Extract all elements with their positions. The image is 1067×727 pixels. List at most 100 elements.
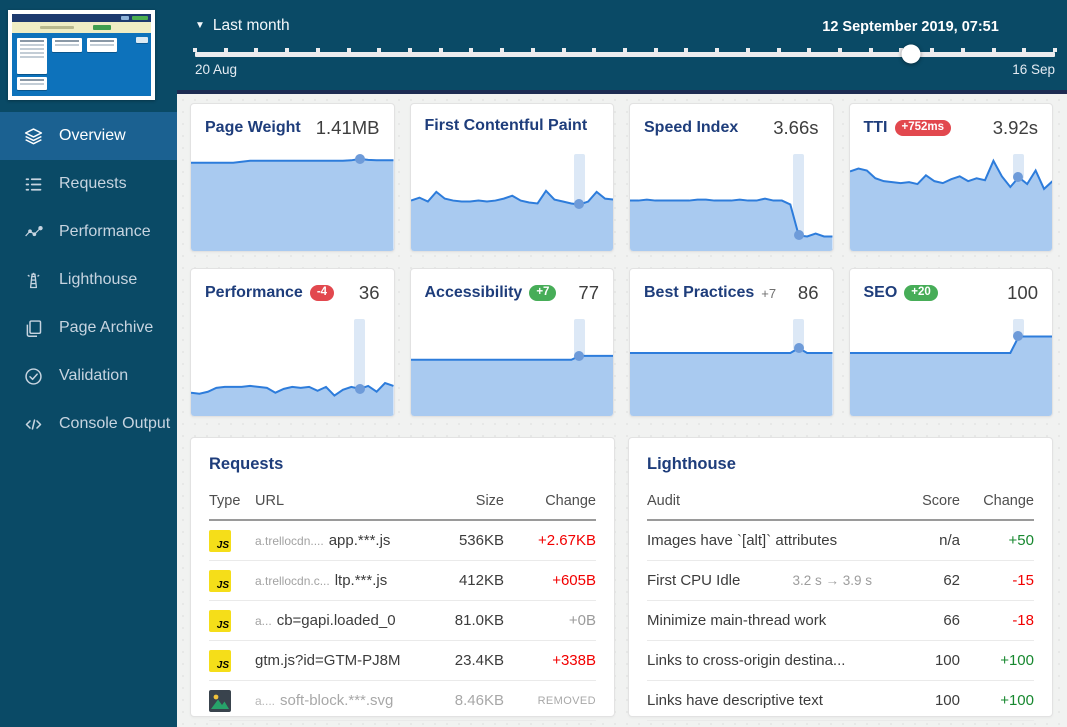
metric-cards-grid: Page Weight 1.41MB First Contentful Paint S… — [190, 103, 1053, 417]
pages-icon — [22, 317, 44, 339]
sidebar-item-performance[interactable]: Performance — [0, 208, 177, 256]
timeline-tick — [1022, 48, 1027, 52]
date-range-dropdown[interactable]: ▼ Last month — [195, 17, 290, 35]
timeline-tick — [960, 48, 965, 52]
timeline-slider-handle[interactable] — [901, 44, 921, 64]
timeline-tick — [991, 48, 996, 52]
column-header-score: Score — [922, 493, 960, 509]
audit-name: Links to cross-origin destina... — [647, 652, 900, 669]
sidebar-item-label: Requests — [59, 175, 127, 192]
timeline-tick — [315, 48, 320, 52]
lighthouse-audit-row[interactable]: Links to cross-origin destina... 100 +100 — [647, 641, 1034, 681]
file-type-cell: JS — [209, 649, 255, 672]
timeline-tick — [530, 48, 535, 52]
js-file-icon: JS — [209, 569, 231, 592]
request-size: 536KB — [458, 532, 504, 549]
sparkline-chart — [630, 319, 833, 416]
timeline-tick — [653, 48, 658, 52]
card-value: 36 — [358, 282, 380, 303]
timeline-tick — [254, 48, 259, 52]
audit-label: Images have `[alt]` attributes — [647, 532, 838, 549]
metric-card-best-practices[interactable]: Best Practices +7 86 — [629, 268, 834, 417]
audit-name: Links have descriptive text — [647, 692, 900, 709]
lighthouse-audit-row[interactable]: Images have `[alt]` attributes n/a +50 — [647, 521, 1034, 561]
js-file-icon: JS — [209, 529, 231, 552]
panel-title: Lighthouse — [647, 455, 736, 473]
scatter-chart-icon — [22, 221, 44, 243]
timeline-tick — [838, 48, 842, 52]
timeline-tick — [193, 48, 197, 52]
sidebar-item-requests[interactable]: Requests — [0, 160, 177, 208]
audit-change: +50 — [1008, 532, 1034, 549]
sidebar-item-label: Performance — [59, 223, 151, 240]
request-change: +0B — [568, 612, 596, 629]
timeline-tick — [346, 48, 351, 52]
card-header: Page Weight 1.41MB — [191, 104, 394, 139]
current-date-label: 12 September 2019, 07:51 — [822, 19, 999, 35]
timeline-tick — [500, 48, 505, 52]
metric-card-seo[interactable]: SEO +20 100 — [848, 268, 1053, 417]
request-size: 81.0KB — [454, 612, 504, 629]
request-url-prefix: a.... — [255, 694, 276, 708]
metric-card-accessibility[interactable]: Accessibility +7 77 — [409, 268, 614, 417]
sidebar-item-console-output[interactable]: Console Output — [0, 400, 177, 448]
metric-card-performance[interactable]: Performance -4 36 — [190, 268, 395, 417]
metric-card-first-contentful-paint[interactable]: First Contentful Paint — [409, 103, 614, 252]
image-file-icon — [209, 689, 231, 712]
screenshot-list — [87, 38, 117, 52]
timeline-tick — [223, 48, 228, 52]
card-title: Performance — [205, 284, 303, 301]
js-file-icon: JS — [209, 649, 231, 672]
timeline-tick — [776, 48, 781, 52]
card-header: TTI +752ms 3.92s — [850, 104, 1053, 139]
sidebar-item-page-archive[interactable]: Page Archive — [0, 304, 177, 352]
lighthouse-audit-row[interactable]: Links have descriptive text 100 +100 — [647, 681, 1034, 721]
requests-table-body: JS a.trellocdn.... app.***.js 536KB +2.67KB J… — [209, 521, 596, 721]
card-header: Best Practices +7 86 — [630, 269, 833, 304]
request-url-name: soft-block.***.svg — [280, 692, 394, 709]
request-size: 8.46KB — [454, 692, 504, 709]
sidebar-item-label: Overview — [59, 127, 126, 144]
lighthouse-audit-row[interactable]: Minimize main-thread work 66 -18 — [647, 601, 1034, 641]
request-row[interactable]: JS a.trellocdn.... app.***.js 536KB +2.67KB — [209, 521, 596, 561]
sidebar-item-validation[interactable]: Validation — [0, 352, 177, 400]
lighthouse-audit-row[interactable]: First CPU Idle 3.2 s → 3.9 s 62 -15 — [647, 561, 1034, 601]
panel-title: Requests — [209, 455, 284, 473]
marker-dot — [354, 153, 365, 164]
sidebar-item-label: Lighthouse — [59, 271, 138, 288]
request-row[interactable]: JS gtm.js?id=GTM-PJ8M 23.4KB +338B — [209, 641, 596, 681]
request-url-prefix: a.trellocdn.c... — [255, 574, 330, 588]
request-url: a.... soft-block.***.svg — [255, 692, 426, 709]
timeline-tick — [868, 48, 873, 52]
sidebar-item-lighthouse[interactable]: Lighthouse — [0, 256, 177, 304]
audit-change: +100 — [1000, 652, 1034, 669]
audit-label: First CPU Idle — [647, 572, 741, 589]
request-row[interactable]: a.... soft-block.***.svg 8.46KB REMOVED — [209, 681, 596, 721]
audit-name: Minimize main-thread work — [647, 612, 900, 629]
timeline-tick — [561, 48, 566, 52]
request-url: a.trellocdn.... app.***.js — [255, 532, 426, 549]
lighthouse-icon — [22, 269, 44, 291]
audit-label: Links have descriptive text — [647, 692, 823, 709]
timeline-tick — [469, 48, 474, 52]
lighthouse-table-body: Images have `[alt]` attributes n/a +50 Firs… — [647, 521, 1034, 721]
marker-dot — [793, 343, 804, 354]
card-header: Speed Index 3.66s — [630, 104, 833, 139]
metric-card-tti[interactable]: TTI +752ms 3.92s — [848, 103, 1053, 252]
timeline-track[interactable] — [193, 48, 1057, 57]
sidebar-item-overview[interactable]: Overview — [0, 112, 177, 160]
detail-panels: Requests Type URL Size Change JS a.trellocdn… — [190, 437, 1053, 721]
sparkline-chart — [191, 319, 394, 416]
card-value: 77 — [578, 282, 599, 303]
timeline-tick — [684, 48, 689, 52]
metric-card-page-weight[interactable]: Page Weight 1.41MB — [190, 103, 395, 252]
metric-card-speed-index[interactable]: Speed Index 3.66s — [629, 103, 834, 252]
request-row[interactable]: JS a.trellocdn.c... ltp.***.js 412KB +605B — [209, 561, 596, 601]
request-row[interactable]: JS a... cb=gapi.loaded_0 81.0KB +0B — [209, 601, 596, 641]
card-title: First Contentful Paint — [424, 117, 588, 134]
audit-score: 100 — [934, 692, 960, 709]
request-change: +338B — [552, 652, 596, 669]
page-thumbnail[interactable] — [8, 10, 155, 100]
card-value: 100 — [1007, 282, 1038, 303]
audit-label: Minimize main-thread work — [647, 612, 827, 629]
